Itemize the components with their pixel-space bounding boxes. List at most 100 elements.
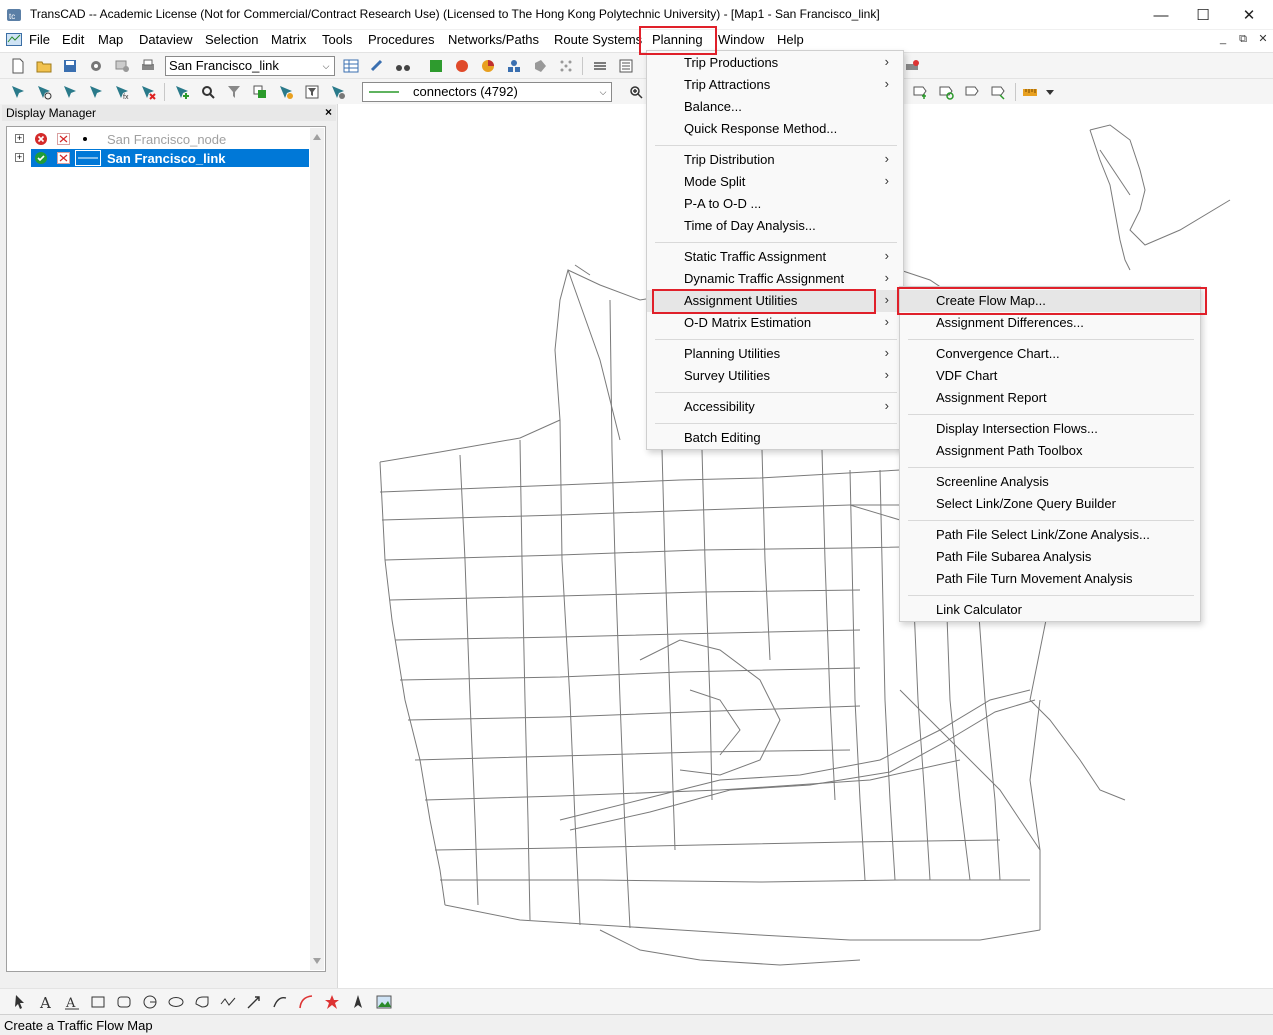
menu-item-trip-attractions[interactable]: Trip Attractions › [647, 74, 903, 96]
text-frame-icon[interactable]: A [63, 993, 81, 1011]
menu-planning[interactable]: Planning [652, 32, 703, 47]
expand-icon[interactable]: + [15, 134, 24, 143]
menu-item-planning-utilities[interactable]: Planning Utilities › [647, 343, 903, 365]
menu-item-balance[interactable]: Balance... [647, 96, 903, 118]
visible-layer-icon[interactable] [35, 152, 47, 164]
hidden-layer-icon[interactable] [35, 133, 47, 145]
image-tool-icon[interactable] [375, 993, 393, 1011]
menu-window[interactable]: Window [718, 32, 764, 47]
menu-item-assignment-utilities[interactable]: Assignment Utilities › [647, 290, 903, 312]
link-icon[interactable] [368, 57, 386, 75]
open-folder-icon[interactable] [35, 57, 53, 75]
menu-help[interactable]: Help [777, 32, 804, 47]
polygon-icon[interactable] [531, 57, 549, 75]
select-by-pointing-icon[interactable] [9, 83, 27, 101]
arrow-line-icon[interactable] [245, 993, 263, 1011]
settings-gear-icon[interactable] [87, 57, 105, 75]
menu-item-assignment-path-toolbox[interactable]: Assignment Path Toolbox [900, 440, 1200, 462]
filter-icon[interactable] [225, 83, 243, 101]
legend-icon[interactable] [617, 57, 635, 75]
expand-icon[interactable]: + [15, 153, 24, 162]
mdi-minimize-button[interactable]: _ [1216, 33, 1230, 46]
menu-file[interactable]: File [29, 32, 50, 47]
menu-dataview[interactable]: Dataview [139, 32, 192, 47]
freehand-shape-icon[interactable] [193, 993, 211, 1011]
menu-item-select-link-zone-query[interactable]: Select Link/Zone Query Builder [900, 493, 1200, 515]
menu-tools[interactable]: Tools [322, 32, 352, 47]
menu-item-path-file-turn-movement[interactable]: Path File Turn Movement Analysis [900, 568, 1200, 590]
green-layer-icon[interactable] [427, 57, 445, 75]
binoculars-icon[interactable] [394, 57, 412, 75]
menu-item-od-matrix-estimation[interactable]: O-D Matrix Estimation › [647, 312, 903, 334]
menu-edit[interactable]: Edit [62, 32, 84, 47]
menu-item-convergence-chart[interactable]: Convergence Chart... [900, 343, 1200, 365]
pointer-arrow-icon[interactable] [11, 993, 29, 1011]
menu-item-trip-distribution[interactable]: Trip Distribution › [647, 149, 903, 171]
menu-item-static-assignment[interactable]: Static Traffic Assignment › [647, 246, 903, 268]
minimize-button[interactable]: — [1138, 0, 1184, 30]
star-symbol-icon[interactable] [323, 993, 341, 1011]
menu-selection[interactable]: Selection [205, 32, 258, 47]
rounded-rectangle-tool-icon[interactable] [115, 993, 133, 1011]
menu-item-create-flow-map[interactable]: Create Flow Map... [900, 290, 1200, 312]
menu-item-mode-split[interactable]: Mode Split › [647, 171, 903, 193]
menu-item-accessibility[interactable]: Accessibility › [647, 396, 903, 418]
menu-item-link-calculator[interactable]: Link Calculator [900, 599, 1200, 621]
select-by-shape-icon[interactable] [87, 83, 105, 101]
menu-map[interactable]: Map [98, 32, 123, 47]
scroll-up-icon[interactable] [313, 134, 321, 140]
selection-sets-icon[interactable] [251, 83, 269, 101]
menu-item-vdf-chart[interactable]: VDF Chart [900, 365, 1200, 387]
layer-row-node[interactable]: + San Francisco_node [9, 130, 309, 148]
radar-icon[interactable] [453, 57, 471, 75]
close-button[interactable]: ✕ [1226, 0, 1272, 30]
selection-set-select[interactable]: connectors (4792) ⌵ [362, 82, 612, 102]
selection-settings-icon[interactable] [329, 83, 347, 101]
menu-networks-paths[interactable]: Networks/Paths [448, 32, 539, 47]
layer-select[interactable]: San Francisco_link ⌵ [165, 56, 335, 76]
menu-item-assignment-differences[interactable]: Assignment Differences... [900, 312, 1200, 334]
ellipse-tool-icon[interactable] [167, 993, 185, 1011]
dataview-table-icon[interactable] [342, 57, 360, 75]
menu-item-display-intersection-flows[interactable]: Display Intersection Flows... [900, 418, 1200, 440]
add-label-icon[interactable] [911, 83, 929, 101]
find-icon[interactable] [199, 83, 217, 101]
polyline-tool-icon[interactable] [219, 993, 237, 1011]
refresh-label-icon[interactable] [937, 83, 955, 101]
select-by-polygon-icon[interactable] [61, 83, 79, 101]
curve-tool-icon[interactable] [271, 993, 289, 1011]
save-icon[interactable] [61, 57, 79, 75]
layer-list-scrollbar[interactable] [310, 128, 324, 970]
shapes-icon[interactable] [505, 57, 523, 75]
add-to-selection-icon[interactable] [173, 83, 191, 101]
select-by-formula-icon[interactable]: fx [113, 83, 131, 101]
rectangle-tool-icon[interactable] [89, 993, 107, 1011]
edit-label-icon[interactable] [963, 83, 981, 101]
select-by-circle-icon[interactable] [35, 83, 53, 101]
clear-selection-icon[interactable] [139, 83, 157, 101]
scroll-down-icon[interactable] [313, 958, 321, 964]
menu-item-survey-utilities[interactable]: Survey Utilities › [647, 365, 903, 387]
layer-row-link[interactable]: + San Francisco_link [9, 149, 309, 167]
pie-chart-icon[interactable] [479, 57, 497, 75]
unselectable-layer-icon[interactable] [57, 133, 70, 145]
delete-label-icon[interactable] [989, 83, 1007, 101]
menu-item-screenline-analysis[interactable]: Screenline Analysis [900, 471, 1200, 493]
print-icon[interactable] [139, 57, 157, 75]
layers-stack-icon[interactable] [591, 57, 609, 75]
text-tool-icon[interactable]: A [37, 993, 55, 1011]
menu-procedures[interactable]: Procedures [368, 32, 434, 47]
layer-properties-icon[interactable] [113, 57, 131, 75]
dots-icon[interactable] [557, 57, 575, 75]
arc-tool-icon[interactable] [297, 993, 315, 1011]
menu-item-path-file-subarea[interactable]: Path File Subarea Analysis [900, 546, 1200, 568]
zoom-in-icon[interactable] [627, 83, 645, 101]
mdi-restore-button[interactable]: ⧉ [1236, 33, 1250, 46]
ruler-icon[interactable] [1021, 83, 1039, 101]
mdi-close-button[interactable]: ✕ [1256, 33, 1270, 46]
new-file-icon[interactable] [9, 57, 27, 75]
query-filter-icon[interactable] [303, 83, 321, 101]
ruler-dropdown-icon[interactable] [1041, 83, 1059, 101]
circle-tool-icon[interactable] [141, 993, 159, 1011]
menu-route-systems[interactable]: Route Systems [554, 32, 642, 47]
